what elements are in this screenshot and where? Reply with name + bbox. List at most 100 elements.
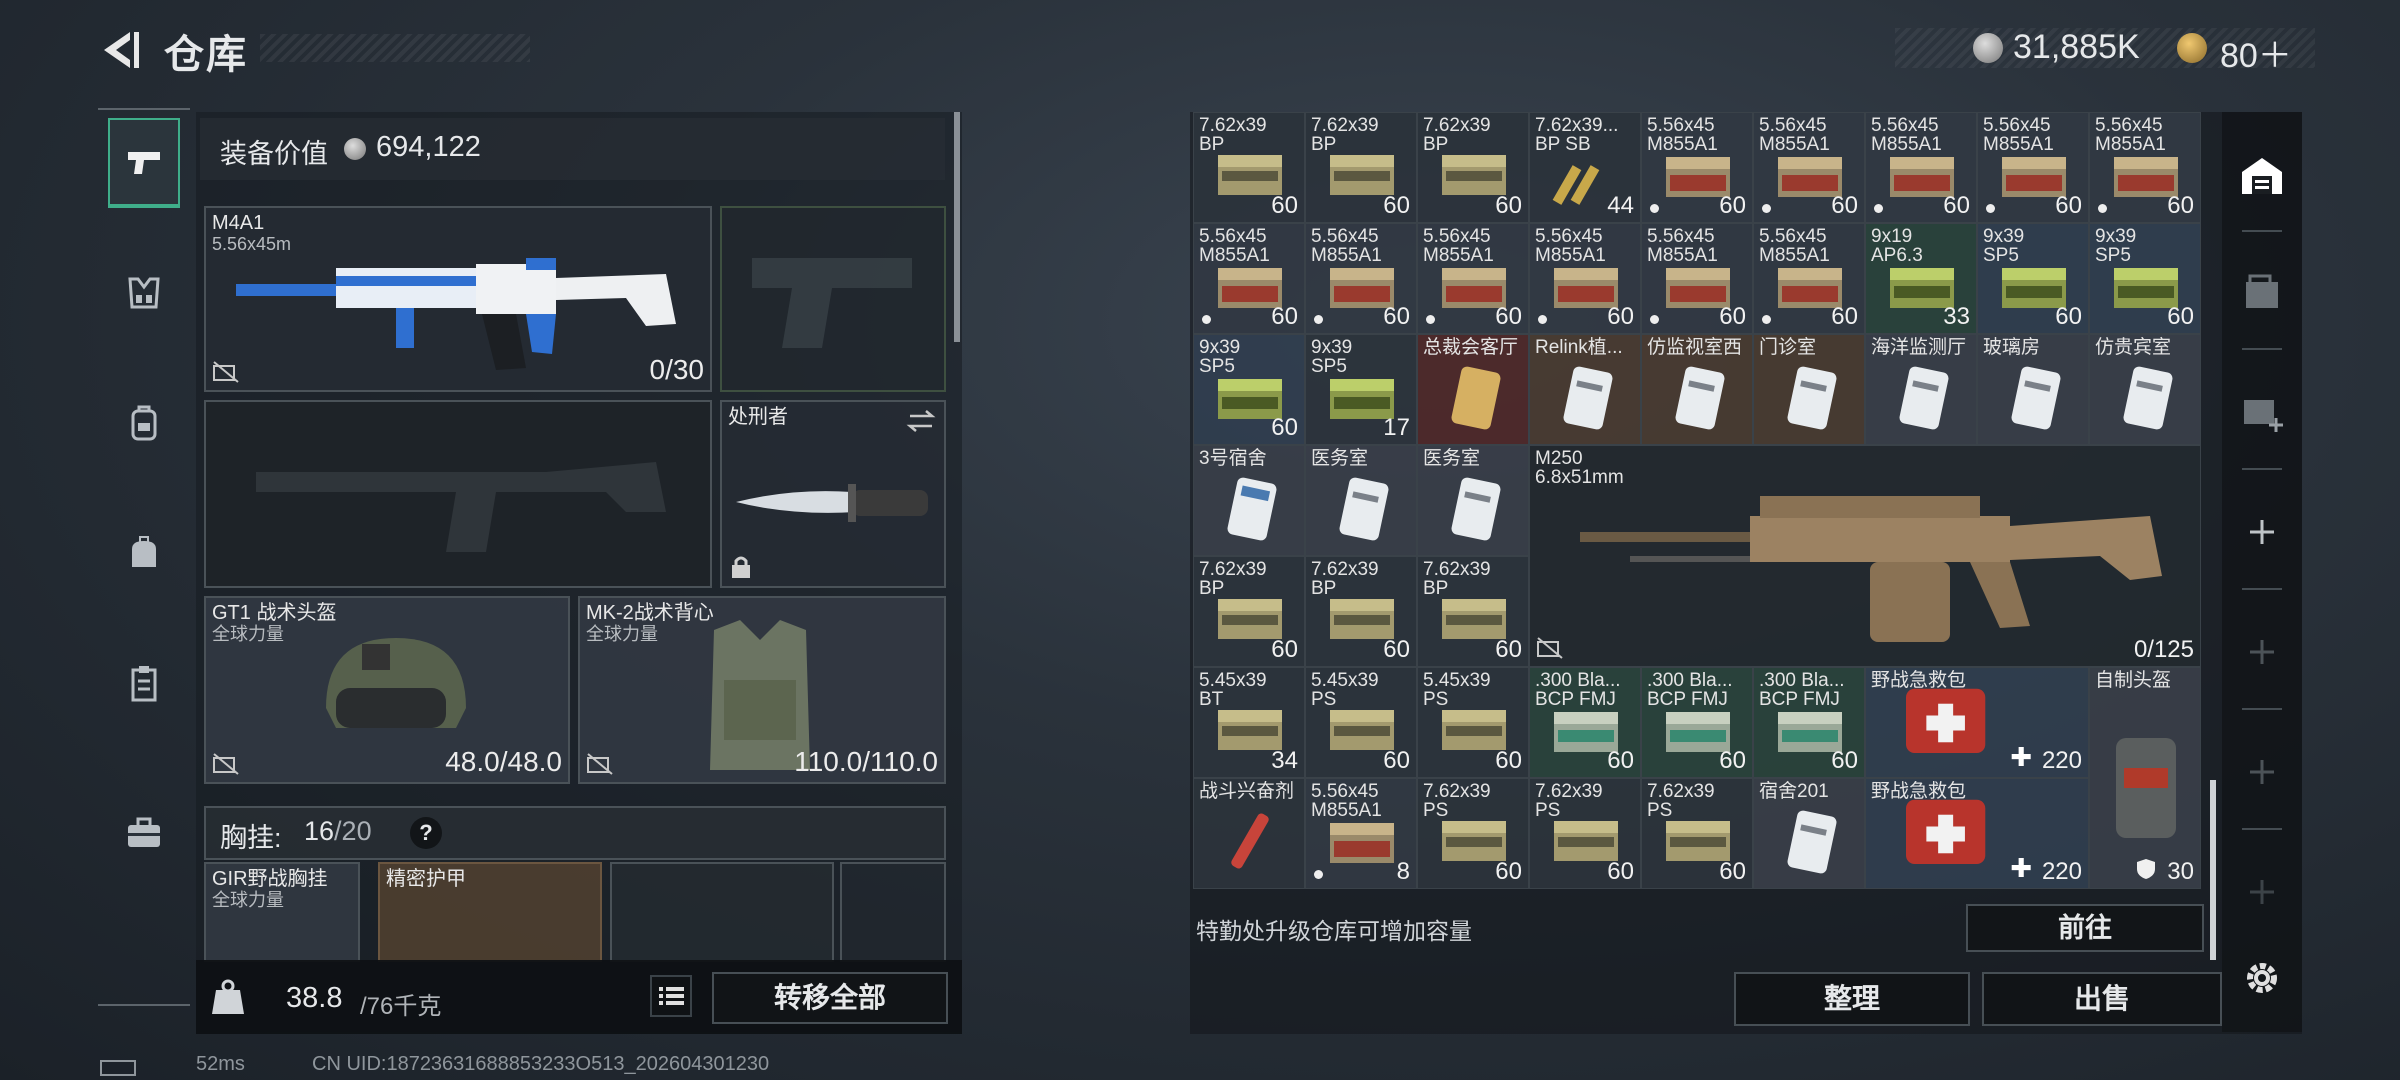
storage-scrollbar[interactable] — [2210, 780, 2216, 960]
storage-item[interactable]: 玻璃房 — [1977, 334, 2089, 445]
plus-icon — [2250, 880, 2274, 904]
storage-item[interactable]: 5.56x45 M855A1 60 — [1417, 223, 1529, 334]
storage-item[interactable]: 战斗兴奋剂 — [1193, 778, 1305, 889]
weight-current: 38.8 — [286, 982, 343, 1014]
rig-slot-empty[interactable] — [610, 862, 834, 962]
add-slot-button[interactable] — [2238, 508, 2286, 556]
nav-weapons-tab[interactable] — [108, 118, 180, 208]
storage-item[interactable]: 7.62x39 BP 60 — [1305, 556, 1417, 667]
storage-item[interactable]: 医务室 — [1305, 445, 1417, 556]
storage-item[interactable]: 5.56x45 M855A1 60 — [1305, 223, 1417, 334]
primary-weapon-slot[interactable]: M4A1 5.56x45m 0/30 — [204, 206, 712, 392]
storage-item[interactable]: 9x39 SP5 60 — [2089, 223, 2201, 334]
storage-item[interactable]: 总裁会客厅 — [1417, 334, 1529, 445]
item-subname: M855A1 — [2095, 134, 2166, 155]
rig-slot[interactable]: GIR野战胸挂 全球力量 — [204, 862, 360, 962]
secondary-weapon-slot[interactable] — [204, 400, 712, 588]
storage-item[interactable]: Relink植... — [1529, 334, 1641, 445]
item-name: 5.56x45 — [1759, 115, 1827, 136]
storage-item[interactable]: 7.62x39 PS 60 — [1417, 778, 1529, 889]
storage-item[interactable]: .300 Bla... BCP FMJ 60 — [1641, 667, 1753, 778]
helmet-slot[interactable]: GT1 战术头盔 全球力量 48.0/48.0 — [204, 596, 570, 784]
storage-item[interactable]: 7.62x39 PS 60 — [1529, 778, 1641, 889]
storage-item[interactable]: 9x39 SP5 60 — [1193, 334, 1305, 445]
storage-item[interactable]: 5.56x45 M855A1 60 — [1529, 223, 1641, 334]
storage-item[interactable]: 5.45x39 PS 60 — [1417, 667, 1529, 778]
help-icon[interactable]: ? — [410, 817, 442, 849]
storage-item[interactable]: 7.62x39 BP 60 — [1417, 556, 1529, 667]
transfer-all-button[interactable]: 转移全部 — [712, 972, 948, 1024]
storage-item[interactable]: 宿舍201 — [1753, 778, 1865, 889]
item-subname: M855A1 — [1759, 245, 1830, 266]
item-quantity: 60 — [1495, 858, 1522, 885]
storage-item[interactable]: 门诊室 — [1753, 334, 1865, 445]
item-marker-dot — [1650, 204, 1659, 213]
nav-rig-tab[interactable] — [108, 248, 180, 338]
rig-slot-empty[interactable] — [840, 862, 946, 962]
storage-item[interactable]: 7.62x39 BP 60 — [1193, 556, 1305, 667]
storage-item[interactable]: .300 Bla... BCP FMJ 60 — [1753, 667, 1865, 778]
settings-button[interactable] — [2238, 954, 2286, 1002]
storage-item[interactable]: 5.45x39 BT 34 — [1193, 667, 1305, 778]
storage-item[interactable]: 5.56x45 M855A1 60 — [2089, 112, 2201, 223]
loadout-scrollbar[interactable] — [954, 112, 960, 342]
add-box-tab[interactable] — [2238, 388, 2286, 436]
storage-item[interactable]: 医务室 — [1417, 445, 1529, 556]
nav-bag-tab[interactable] — [108, 508, 180, 598]
storage-item[interactable]: 7.62x39 PS 60 — [1641, 778, 1753, 889]
storage-item[interactable]: 5.56x45 M855A1 8 — [1305, 778, 1417, 889]
storage-item[interactable]: 野战急救包 ✚ 220 — [1865, 778, 2089, 889]
nav-toolbox-tab[interactable] — [108, 788, 180, 878]
list-icon — [659, 987, 684, 1005]
storage-item[interactable]: 7.62x39 BP 60 — [1417, 112, 1529, 223]
add-slot-button[interactable] — [2238, 628, 2286, 676]
storage-item[interactable]: 5.56x45 M855A1 60 — [1641, 223, 1753, 334]
ammo-count: 0/30 — [649, 354, 705, 385]
storage-item[interactable]: 7.62x39 BP 60 — [1305, 112, 1417, 223]
knife-image — [736, 484, 928, 522]
warehouse-tab[interactable] — [2238, 152, 2286, 200]
item-marker-dot — [1874, 204, 1883, 213]
item-subname: BCP FMJ — [1535, 689, 1616, 710]
storage-item[interactable]: 7.62x39 BP 60 — [1193, 112, 1305, 223]
armor-slot[interactable]: MK-2战术背心 全球力量 110.0/110.0 — [578, 596, 946, 784]
swap-icon[interactable] — [906, 408, 936, 434]
storage-item[interactable]: 3号宿舍 — [1193, 445, 1305, 556]
back-arrow-icon[interactable] — [96, 26, 144, 74]
goto-button[interactable]: 前往 — [1966, 904, 2204, 952]
storage-item[interactable]: 海洋监测厅 — [1865, 334, 1977, 445]
storage-box-tab[interactable] — [2238, 268, 2286, 316]
sell-button[interactable]: 出售 — [1982, 972, 2222, 1026]
storage-item[interactable]: 仿监视室西 — [1641, 334, 1753, 445]
storage-item[interactable]: 5.56x45 M855A1 60 — [1865, 112, 1977, 223]
storage-item[interactable]: 9x39 SP5 60 — [1977, 223, 2089, 334]
storage-item[interactable]: 9x39 SP5 17 — [1305, 334, 1417, 445]
add-slot-button[interactable] — [2238, 868, 2286, 916]
keycard-icon — [1563, 366, 1613, 430]
storage-item[interactable]: 自制头盔 30 — [2089, 667, 2201, 889]
sort-button[interactable]: 整理 — [1734, 972, 1970, 1026]
storage-item[interactable]: 7.62x39... BP SB 44 — [1529, 112, 1641, 223]
pistol-slot[interactable] — [720, 206, 946, 392]
nav-clipboard-tab[interactable] — [108, 638, 180, 728]
list-view-button[interactable] — [650, 975, 692, 1017]
rig-slot[interactable]: 精密护甲 — [378, 862, 602, 962]
item-name: 5.56x45 — [1759, 226, 1827, 247]
storage-item[interactable]: .300 Bla... BCP FMJ 60 — [1529, 667, 1641, 778]
machine-gun-item[interactable]: M250 6.8x51mm 0/125 — [1529, 445, 2201, 667]
melee-slot[interactable]: 处刑者 — [720, 400, 946, 588]
storage-item[interactable]: 5.45x39 PS 60 — [1305, 667, 1417, 778]
storage-item[interactable]: 5.56x45 M855A1 60 — [1753, 112, 1865, 223]
storage-item[interactable]: 9x19 AP6.3 33 — [1865, 223, 1977, 334]
storage-item[interactable]: 5.56x45 M855A1 60 — [1641, 112, 1753, 223]
storage-item[interactable]: 5.56x45 M855A1 60 — [1193, 223, 1305, 334]
gold-balance[interactable]: 80＋ — [2220, 28, 2292, 77]
add-slot-button[interactable] — [2238, 748, 2286, 796]
storage-item[interactable]: 仿贵宾室 — [2089, 334, 2201, 445]
storage-item[interactable]: 5.56x45 M855A1 60 — [1977, 112, 2089, 223]
storage-item[interactable]: 野战急救包 ✚ 220 — [1865, 667, 2089, 778]
nav-backpack-tab[interactable] — [108, 378, 180, 468]
item-name: 5.56x45 — [1311, 226, 1379, 247]
item-quantity: 60 — [1607, 747, 1634, 774]
storage-item[interactable]: 5.56x45 M855A1 60 — [1753, 223, 1865, 334]
